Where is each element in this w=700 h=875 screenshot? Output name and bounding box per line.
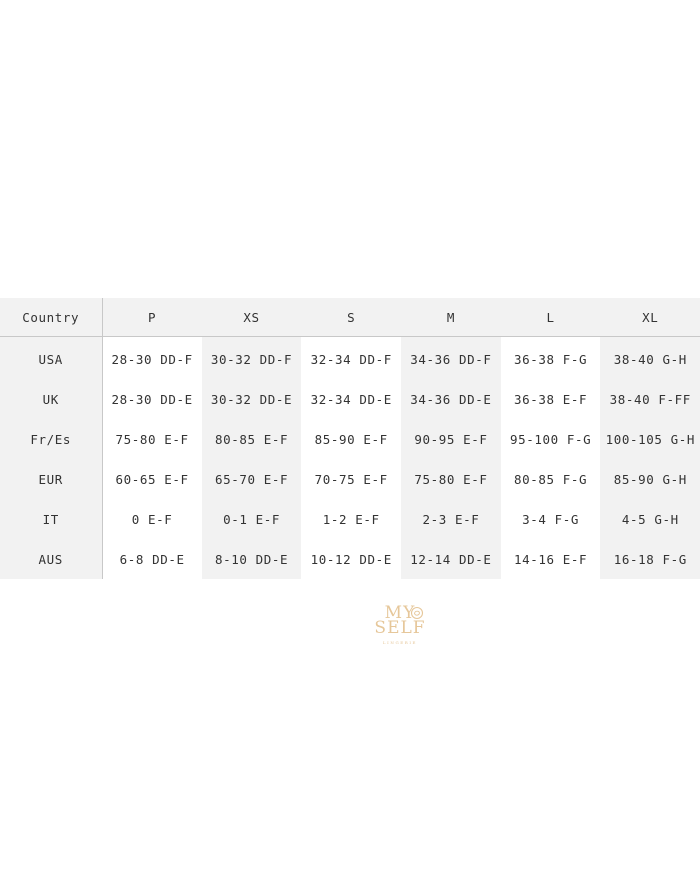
country-cell: Fr/Es	[0, 419, 103, 459]
size-cell: 85-90 E-F	[301, 419, 402, 459]
header-size-l: L	[500, 298, 601, 337]
size-cell: 30-32 DD-F	[201, 336, 302, 379]
size-cell: 80-85 E-F	[201, 419, 302, 459]
table-row-eur: EUR 60-65 E-F 65-70 E-F 70-75 E-F 75-80 …	[0, 459, 700, 499]
brand-logo: MY SELF LINGERIE	[372, 604, 428, 648]
table-row-aus: AUS 6-8 DD-E 8-10 DD-E 10-12 DD-E 12-14 …	[0, 539, 700, 579]
size-cell: 14-16 E-F	[500, 539, 601, 579]
size-cell: 28-30 DD-E	[102, 379, 202, 419]
size-cell: 12-14 DD-E	[401, 539, 501, 579]
header-size-p: P	[102, 298, 202, 337]
size-cell: 85-90 G-H	[600, 459, 700, 499]
size-cell: 95-100 F-G	[500, 419, 601, 459]
size-cell: 100-105 G-H	[600, 419, 700, 459]
header-size-xl: XL	[600, 298, 700, 337]
size-cell: 34-36 DD-E	[401, 379, 501, 419]
size-cell: 16-18 F-G	[600, 539, 700, 579]
size-cell: 34-36 DD-F	[401, 336, 501, 379]
size-cell: 60-65 E-F	[102, 459, 202, 499]
country-cell: USA	[0, 336, 103, 379]
country-cell: AUS	[0, 539, 103, 579]
size-cell: 38-40 G-H	[600, 336, 700, 379]
size-cell: 8-10 DD-E	[201, 539, 302, 579]
size-cell: 4-5 G-H	[600, 499, 700, 539]
table-row-fr-es: Fr/Es 75-80 E-F 80-85 E-F 85-90 E-F 90-9…	[0, 419, 700, 459]
size-cell: 2-3 E-F	[401, 499, 501, 539]
size-cell: 75-80 E-F	[401, 459, 501, 499]
size-cell: 30-32 DD-E	[201, 379, 302, 419]
size-cell: 36-38 E-F	[500, 379, 601, 419]
country-cell: IT	[0, 499, 103, 539]
header-country: Country	[0, 298, 103, 337]
size-cell: 10-12 DD-E	[301, 539, 402, 579]
header-size-s: S	[301, 298, 402, 337]
table-row-it: IT 0 E-F 0-1 E-F 1-2 E-F 2-3 E-F 3-4 F-G…	[0, 499, 700, 539]
size-cell: 36-38 F-G	[500, 336, 601, 379]
size-cell: 38-40 F-FF	[600, 379, 700, 419]
size-chart-table: Country P XS S M L XL USA 28-30 DD-F 30-…	[0, 298, 700, 579]
logo-text-lingerie: LINGERIE	[382, 640, 418, 645]
size-cell: 28-30 DD-F	[102, 336, 202, 379]
header-row: Country P XS S M L XL	[0, 298, 700, 337]
rose-icon	[410, 606, 424, 620]
size-cell: 3-4 F-G	[500, 499, 601, 539]
size-cell: 80-85 F-G	[500, 459, 601, 499]
size-cell: 0-1 E-F	[201, 499, 302, 539]
logo-text-self: SELF	[374, 618, 426, 638]
table-row-usa: USA 28-30 DD-F 30-32 DD-F 32-34 DD-F 34-…	[0, 336, 700, 379]
table-row-uk: UK 28-30 DD-E 30-32 DD-E 32-34 DD-E 34-3…	[0, 379, 700, 419]
size-cell: 70-75 E-F	[301, 459, 402, 499]
size-cell: 65-70 E-F	[201, 459, 302, 499]
size-cell: 32-34 DD-E	[301, 379, 402, 419]
size-cell: 1-2 E-F	[301, 499, 402, 539]
header-size-m: M	[401, 298, 501, 337]
size-cell: 0 E-F	[102, 499, 202, 539]
size-cell: 6-8 DD-E	[102, 539, 202, 579]
size-cell: 75-80 E-F	[102, 419, 202, 459]
country-cell: UK	[0, 379, 103, 419]
country-cell: EUR	[0, 459, 103, 499]
size-cell: 32-34 DD-F	[301, 336, 402, 379]
header-size-xs: XS	[201, 298, 302, 337]
size-cell: 90-95 E-F	[401, 419, 501, 459]
